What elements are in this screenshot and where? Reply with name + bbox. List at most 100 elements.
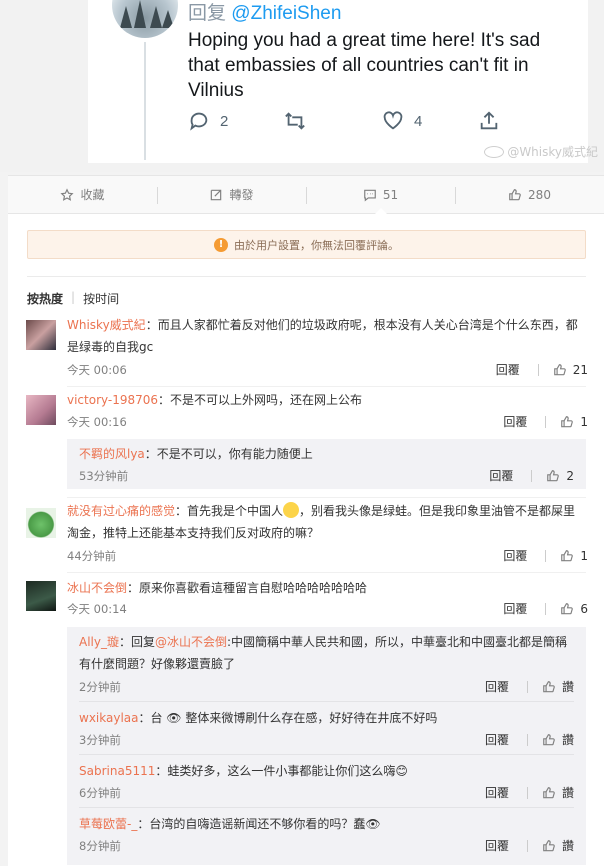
post-action-bar: 收藏 轉發 51 280 xyxy=(8,175,604,214)
reply-actions: 回覆 讚 xyxy=(485,784,574,801)
tweet-share-button[interactable] xyxy=(478,110,500,132)
comment-time: 今天 00:14 xyxy=(67,602,127,616)
sort-by-time-tab[interactable]: 按时间 xyxy=(83,290,119,307)
like-button[interactable]: 280 xyxy=(455,176,604,213)
reply-username[interactable]: Ally_璇 xyxy=(79,635,119,649)
tweet-actions: 2 4 xyxy=(188,110,528,136)
avatar[interactable] xyxy=(26,320,56,350)
comment-username[interactable]: Whisky威式紀 xyxy=(67,318,146,332)
reply-time: 6分钟前 xyxy=(79,786,121,800)
reply-actions: 回覆 讚 xyxy=(485,837,574,854)
avatar[interactable] xyxy=(26,395,56,425)
tweet-reply-button[interactable]: 2 xyxy=(188,110,228,132)
reply-button[interactable]: 回覆 xyxy=(485,837,509,854)
like-count: 21 xyxy=(572,362,588,377)
sort-tabs: 按热度 | 按时间 xyxy=(27,290,119,307)
retweet-icon xyxy=(285,112,305,130)
reply-text: Sabrina5111：蛙类好多，这么一件小事都能让你们这么嗨😊 xyxy=(79,760,574,782)
comment-icon xyxy=(190,112,208,131)
comment-tab[interactable]: 51 xyxy=(306,176,455,214)
like-label: 讚 xyxy=(561,733,574,747)
reply-username[interactable]: 不羁的风lya xyxy=(79,447,145,461)
forward-icon xyxy=(211,189,222,200)
heart-icon xyxy=(383,111,403,130)
warning-icon: ! xyxy=(214,237,228,252)
like-count: 6 xyxy=(580,601,588,616)
tweet-avatar[interactable] xyxy=(112,0,178,38)
thumbs-up-icon[interactable] xyxy=(542,786,556,800)
tweet-like-button[interactable]: 4 xyxy=(382,110,422,132)
thumbs-up-icon[interactable] xyxy=(553,363,567,377)
sort-by-hot-tab[interactable]: 按热度 xyxy=(27,290,63,307)
favorite-button[interactable]: 收藏 xyxy=(8,176,157,213)
reply-button[interactable]: 回覆 xyxy=(489,467,513,484)
reply-time: 2分钟前 xyxy=(79,680,121,694)
reply-mention-link[interactable]: @冰山不会倒 xyxy=(155,635,227,649)
watermark-text: @Whisky威式紀 xyxy=(507,145,598,159)
reply-username[interactable]: 草莓欧蕾-_ xyxy=(79,817,137,831)
reply-actions: 回覆 2 xyxy=(489,467,574,484)
comments-panel: ! 由於用户設置，你無法回覆評論。 按热度 | 按时间 Whisky威式紀：而且… xyxy=(8,214,604,866)
reply-body: ：不是不可以，你有能力随便上 xyxy=(144,447,313,461)
comment-body: ：不是不可以上外网吗，还在网上公布 xyxy=(158,393,363,407)
comment-body: ：原来你喜歡看這種留言自慰哈哈哈哈哈哈哈 xyxy=(127,581,368,595)
thumbs-up-icon[interactable] xyxy=(542,680,556,694)
reply-body: ：蛙类好多，这么一件小事都能让你们这么嗨😊 xyxy=(155,764,408,778)
tweet-retweet-button[interactable] xyxy=(284,110,306,132)
like-count: 280 xyxy=(528,187,551,202)
comment-username[interactable]: victory-198706 xyxy=(67,393,158,407)
tweet-reply-count: 2 xyxy=(220,112,229,130)
forward-button[interactable]: 轉發 xyxy=(157,176,306,213)
comment-username[interactable]: 就没有过心痛的感觉 xyxy=(67,504,175,518)
comment-time: 今天 00:06 xyxy=(67,363,127,377)
share-icon xyxy=(480,111,498,130)
reply-button[interactable]: 回覆 xyxy=(485,784,509,801)
avatar[interactable] xyxy=(26,508,56,538)
forward-label: 轉發 xyxy=(229,188,254,202)
emoji-icon xyxy=(283,502,300,518)
comment-actions: 回覆 1 xyxy=(503,547,588,564)
reply-handle-link[interactable]: @ZhifeiShen xyxy=(231,3,341,24)
like-label: 讚 xyxy=(561,786,574,800)
reply-username[interactable]: Sabrina5111 xyxy=(79,764,155,778)
comment-restriction-notice: ! 由於用户設置，你無法回覆評論。 xyxy=(27,230,586,259)
reply-body: ：回复 xyxy=(118,635,155,649)
thumbs-up-icon[interactable] xyxy=(546,469,560,483)
thumbs-up-icon[interactable] xyxy=(560,602,574,616)
embedded-tweet-area: 回复 @ZhifeiShen Hoping you had a great ti… xyxy=(0,0,604,172)
thumbs-up-icon[interactable] xyxy=(560,549,574,563)
reply-text: wxikaylaa：台 👁 整体来微博刷什么存在感，好好待在井底不好吗 xyxy=(79,707,574,729)
comment-text: victory-198706：不是不可以上外网吗，还在网上公布 xyxy=(67,389,587,411)
comment-text: 冰山不会倒：原来你喜歡看這種留言自慰哈哈哈哈哈哈哈 xyxy=(67,577,587,599)
reply-text: Ally_璇：回复@冰山不会倒:中國簡稱中華人民共和國，所以，中華臺北和中國臺北… xyxy=(79,631,574,675)
reply-button[interactable]: 回覆 xyxy=(503,547,527,564)
reply-thread: Ally_璇：回复@冰山不会倒:中國簡稱中華人民共和國，所以，中華臺北和中國臺北… xyxy=(67,627,586,865)
tweet-card: 回复 @ZhifeiShen Hoping you had a great ti… xyxy=(88,0,588,163)
like-label: 讚 xyxy=(561,839,574,853)
reply-actions: 回覆 讚 xyxy=(485,731,574,748)
reply-thread: 不羁的风lya：不是不可以，你有能力随便上 53分钟前 回覆 2 xyxy=(67,439,586,489)
reply-username[interactable]: wxikaylaa xyxy=(79,711,138,725)
reply-button[interactable]: 回覆 xyxy=(485,731,509,748)
notice-text: 由於用户設置，你無法回覆評論。 xyxy=(234,238,399,252)
comment-icon xyxy=(364,189,376,201)
comment-count: 51 xyxy=(382,187,399,202)
reply-button[interactable]: 回覆 xyxy=(496,361,520,378)
reply-prefix: 回复 xyxy=(188,3,227,24)
thumbs-up-icon[interactable] xyxy=(542,733,556,747)
thumbs-up-icon[interactable] xyxy=(560,415,574,429)
thread-line xyxy=(144,42,146,160)
avatar[interactable] xyxy=(26,581,56,611)
thumbs-up-icon xyxy=(509,188,521,200)
comment-text: Whisky威式紀：而且人家都忙着反对他们的垃圾政府呢，根本没有人关心台湾是个什… xyxy=(67,314,587,358)
comment-username[interactable]: 冰山不会倒 xyxy=(67,581,127,595)
reply-button[interactable]: 回覆 xyxy=(485,678,509,695)
reply-text: 不羁的风lya：不是不可以，你有能力随便上 xyxy=(79,443,574,465)
reply-button[interactable]: 回覆 xyxy=(503,600,527,617)
divider xyxy=(27,276,586,277)
comment-text: 就没有过心痛的感觉：首先我是个中国人 ，别看我头像是绿蛙。但是我印象里油管不是都屎… xyxy=(67,500,587,544)
thumbs-up-icon[interactable] xyxy=(542,839,556,853)
reply-actions: 回覆 讚 xyxy=(485,678,574,695)
image-watermark: @Whisky威式紀 xyxy=(484,143,598,160)
reply-button[interactable]: 回覆 xyxy=(503,413,527,430)
